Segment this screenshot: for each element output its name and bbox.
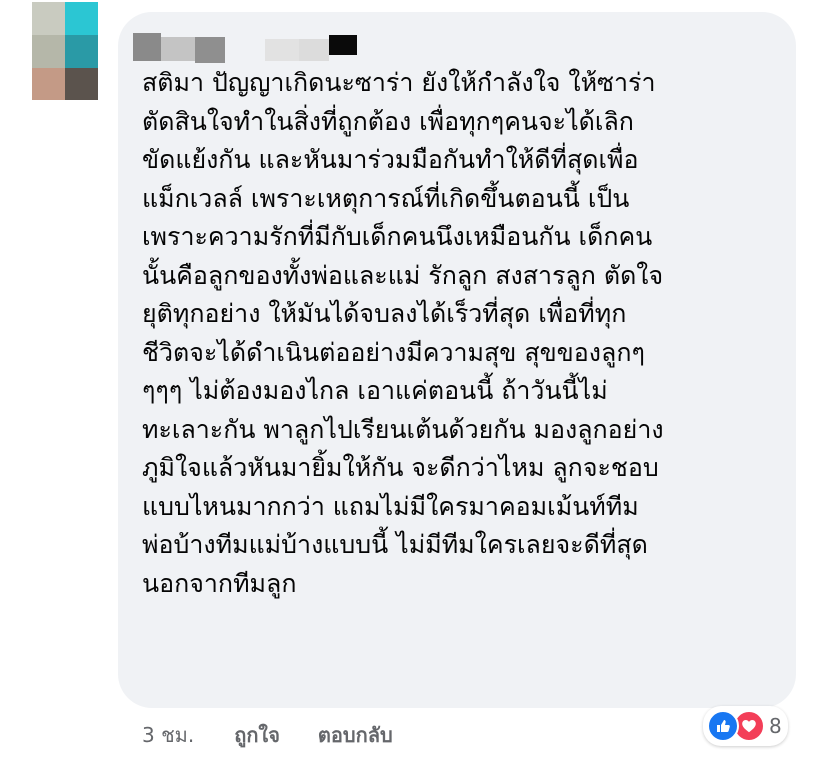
like-icon: [707, 710, 739, 742]
comment-body: สติมา ปัญญาเกิดนะซาร่า ยังให้กำลังใจ ให้…: [142, 64, 782, 603]
reaction-summary[interactable]: 8: [703, 706, 788, 746]
comment-line: ชีวิตจะได้ดำเนินต่ออย่างมีความสุข สุขของ…: [142, 337, 645, 367]
comment-actions: 3 ชม. ถูกใจ ตอบกลับ: [142, 720, 393, 750]
comment-line: พ่อบ้างทีมแม่บ้างแบบนี้ ไม่มีทีมใครเลยจะ…: [142, 530, 648, 559]
comment-line: เพราะความรักที่มีกับเด็กคนนึงเหมือนกัน เ…: [142, 222, 653, 251]
comment-line: ขัดแย้งกัน และหันมาร่วมมือกันทำให้ดีที่ส…: [142, 145, 639, 174]
comment-line: สติมา ปัญญาเกิดนะซาร่า ยังให้กำลังใจ ให้…: [142, 68, 656, 97]
comment-line: ตัดสินใจทำในสิ่งที่ถูกต้อง เพื่อทุกๆคนจะ…: [142, 106, 634, 136]
comment-thread: สติมา ปัญญาเกิดนะซาร่า ยังให้กำลังใจ ให้…: [0, 0, 828, 765]
like-button[interactable]: ถูกใจ: [234, 719, 280, 751]
avatar[interactable]: [32, 2, 98, 100]
comment-line: ยุติทุกอย่าง ให้มันได้จบลงได้เร็วที่สุด …: [142, 299, 627, 328]
comment-timestamp[interactable]: 3 ชม.: [142, 719, 194, 751]
comment-line: นั้นคือลูกของทั้งพ่อและแม่ รักลูก สงสารล…: [142, 260, 664, 290]
reply-button[interactable]: ตอบกลับ: [318, 719, 393, 751]
comment-line: ๆๆๆ ไม่ต้องมองไกล เอาแค่ตอนนี้ ถ้าวันนี้…: [142, 376, 608, 405]
comment-line: แม็กเวลล์ เพราะเหตุการณ์ที่เกิดขึ้นตอนนี…: [142, 183, 630, 213]
commenter-name-pixelated[interactable]: [133, 33, 373, 63]
comment-line: แบบไหนมากกว่า แถมไม่มีใครมาคอมเม้นท์ทีม: [142, 491, 639, 521]
reaction-count: 8: [769, 714, 782, 738]
comment-line: นอกจากทีมลูก: [142, 568, 297, 598]
comment-line: ภูมิใจแล้วหันมายิ้มให้กัน จะดีกว่าไหม ลู…: [142, 453, 659, 482]
comment-line: ทะเลาะกัน พาลูกไปเรียนเต้นด้วยกัน มองลูก…: [142, 414, 664, 444]
